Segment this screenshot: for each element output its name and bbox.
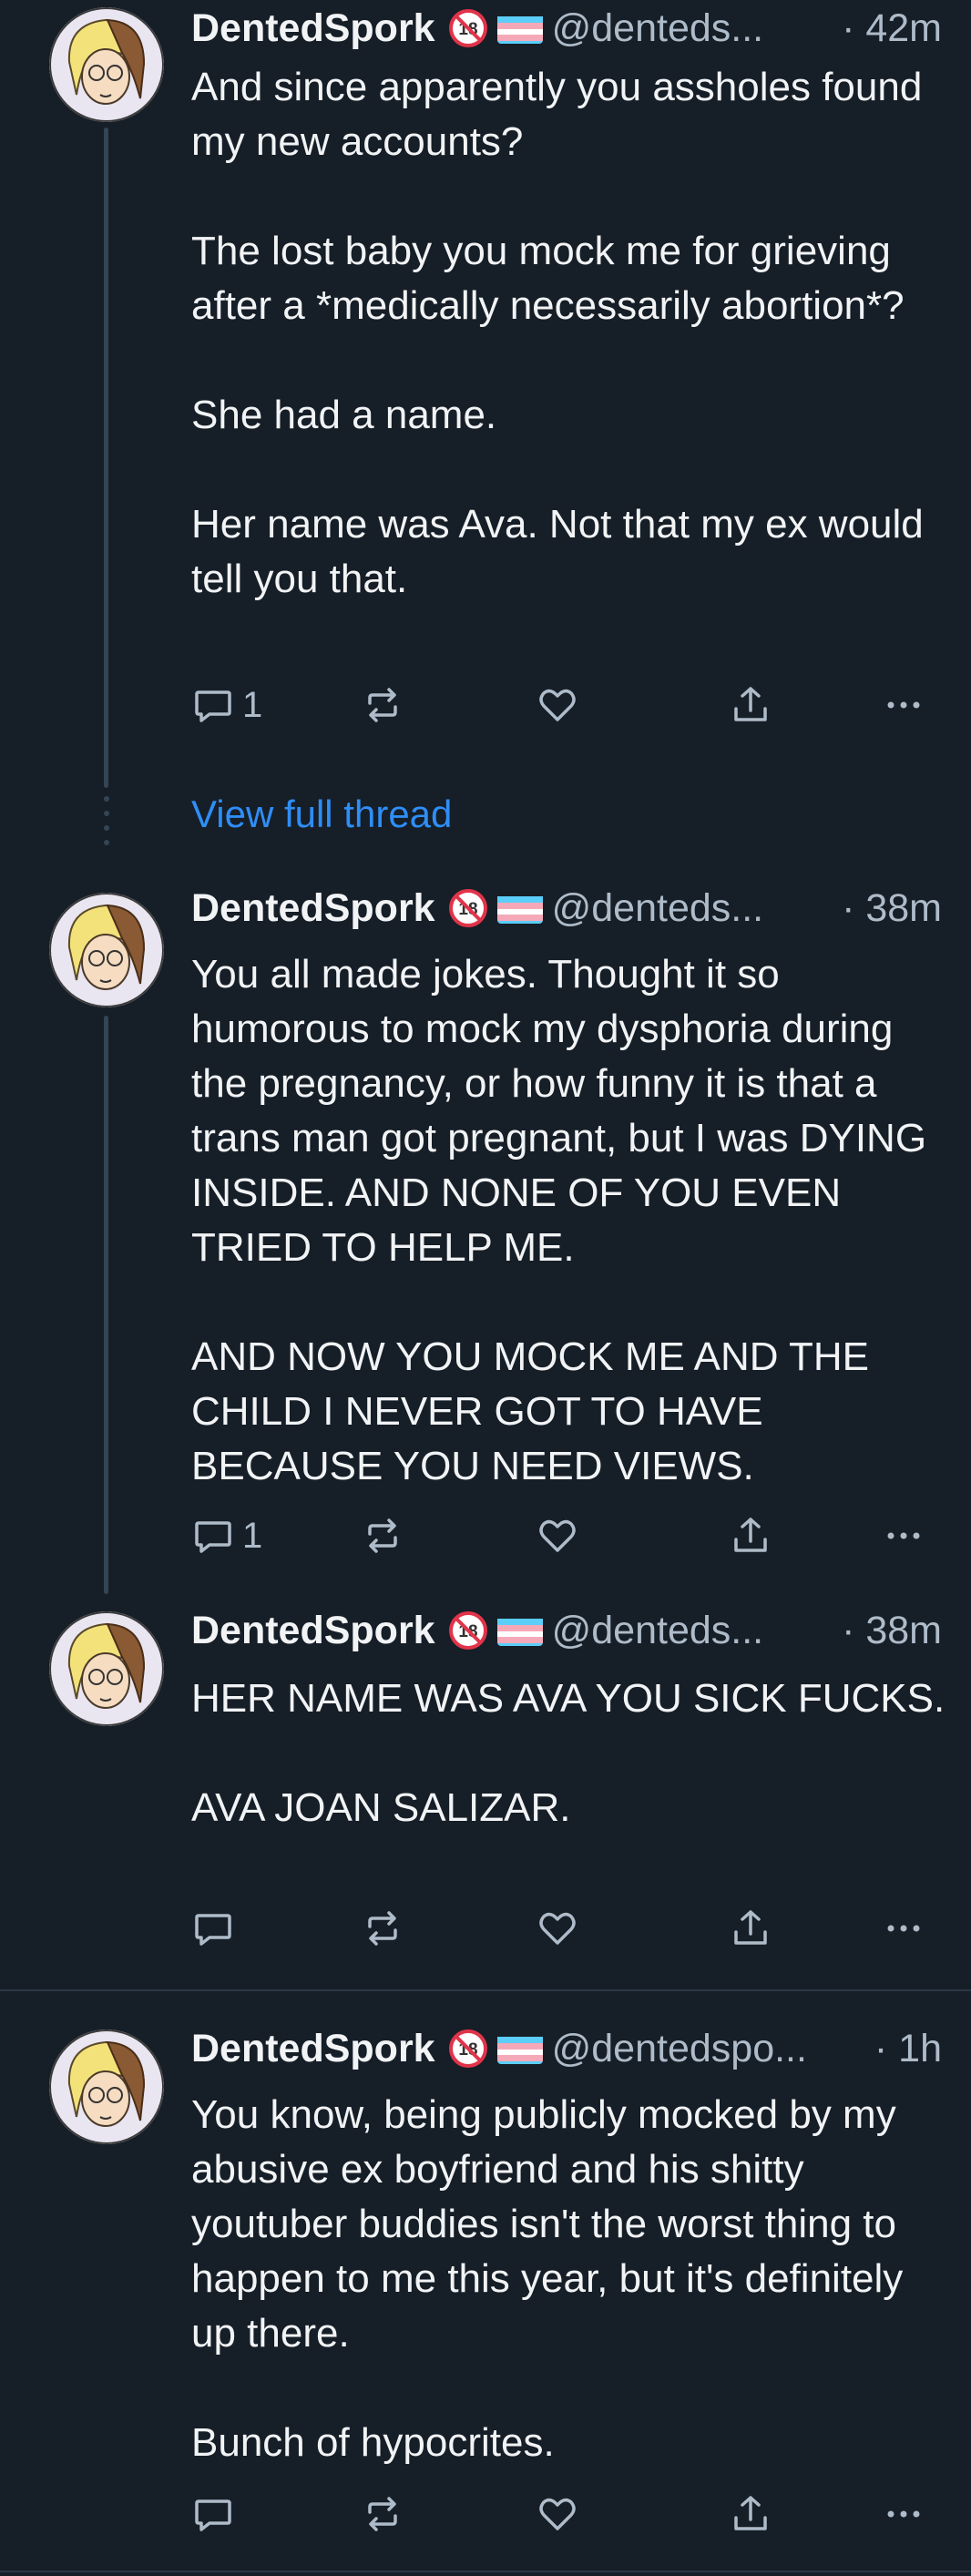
share-icon (734, 1910, 767, 1945)
reply-button[interactable] (191, 1901, 242, 1956)
share-icon (734, 687, 767, 721)
reply-icon (195, 690, 231, 722)
reply-button[interactable] (191, 2487, 242, 2541)
trans-flag-icon (496, 2033, 543, 2064)
post-actions (191, 2487, 947, 2541)
post-actions: 1 (191, 1508, 947, 1563)
feed: DentedSpork 18 @denteds... · 42m And sin… (0, 0, 971, 2576)
more-icon (887, 701, 920, 709)
share-button[interactable] (729, 1508, 772, 1563)
reply-count: 1 (242, 1515, 263, 1556)
avatar[interactable] (49, 7, 164, 122)
repost-icon (368, 1911, 397, 1946)
share-button[interactable] (729, 1901, 772, 1956)
repost-button[interactable] (361, 1901, 404, 1956)
repost-icon (368, 1518, 397, 1553)
post-text: You all made jokes. Thought it so humoro… (191, 952, 927, 1488)
reply-icon (195, 1521, 231, 1553)
share-icon (734, 1518, 767, 1552)
handle[interactable]: @dentedspo... (552, 2027, 862, 2071)
view-full-thread-link[interactable]: View full thread (191, 792, 452, 836)
trans-flag-icon (496, 13, 543, 44)
trans-flag-icon (496, 1615, 543, 1646)
avatar[interactable] (49, 1611, 164, 1726)
reply-button[interactable]: 1 (191, 1508, 262, 1563)
display-name[interactable]: DentedSpork (191, 6, 435, 51)
adult-content-icon: 18 (448, 1610, 488, 1651)
repost-button[interactable] (361, 678, 404, 732)
adult-content-icon: 18 (448, 2029, 488, 2069)
more-button[interactable] (882, 1508, 925, 1563)
timestamp[interactable]: · 38m (842, 1609, 942, 1653)
thread-line (104, 1016, 108, 1594)
adult-content-icon: 18 (448, 888, 488, 928)
more-icon (887, 1925, 920, 1932)
post-text: HER NAME WAS AVA YOU SICK FUCKS. AVA JOA… (191, 1676, 945, 1830)
post-actions: 1 (191, 678, 947, 732)
divider (0, 1989, 971, 1991)
reply-button[interactable]: 1 (191, 678, 262, 732)
thread-line (104, 128, 108, 788)
like-icon (539, 1912, 576, 1945)
repost-button[interactable] (361, 2487, 404, 2541)
like-button[interactable] (536, 2487, 579, 2541)
timestamp[interactable]: · 1h (874, 2027, 942, 2071)
timestamp[interactable]: · 42m (842, 6, 942, 51)
avatar[interactable] (49, 893, 164, 1007)
reply-icon (195, 2499, 231, 2531)
display-name[interactable]: DentedSpork (191, 1609, 435, 1653)
like-icon (539, 1519, 576, 1552)
post-text: And since apparently you assholes found … (191, 65, 924, 601)
thread-gap-dots (104, 796, 109, 854)
reply-count: 1 (242, 684, 263, 725)
trans-flag-icon (496, 893, 543, 924)
more-icon (887, 2510, 920, 2518)
repost-icon (368, 688, 397, 722)
like-button[interactable] (536, 1901, 579, 1956)
handle[interactable]: @denteds... (552, 1609, 829, 1653)
like-icon (539, 2498, 576, 2530)
repost-button[interactable] (361, 1508, 404, 1563)
like-button[interactable] (536, 678, 579, 732)
more-button[interactable] (882, 2487, 925, 2541)
more-icon (887, 1532, 920, 1539)
post-actions (191, 1901, 947, 1956)
reply-icon (195, 1914, 231, 1946)
display-name[interactable]: DentedSpork (191, 2027, 435, 2071)
timestamp[interactable]: · 38m (842, 886, 942, 931)
share-button[interactable] (729, 678, 772, 732)
adult-content-icon: 18 (448, 8, 488, 48)
divider (0, 2571, 971, 2572)
display-name[interactable]: DentedSpork (191, 886, 435, 931)
repost-icon (368, 2497, 397, 2531)
like-button[interactable] (536, 1508, 579, 1563)
handle[interactable]: @denteds... (552, 6, 829, 51)
share-button[interactable] (729, 2487, 772, 2541)
more-button[interactable] (882, 1901, 925, 1956)
like-icon (539, 689, 576, 721)
avatar[interactable] (49, 2029, 164, 2144)
handle[interactable]: @denteds... (552, 886, 829, 931)
share-icon (734, 2496, 767, 2530)
post-text: You know, being publicly mocked by my ab… (191, 2092, 904, 2465)
more-button[interactable] (882, 678, 925, 732)
